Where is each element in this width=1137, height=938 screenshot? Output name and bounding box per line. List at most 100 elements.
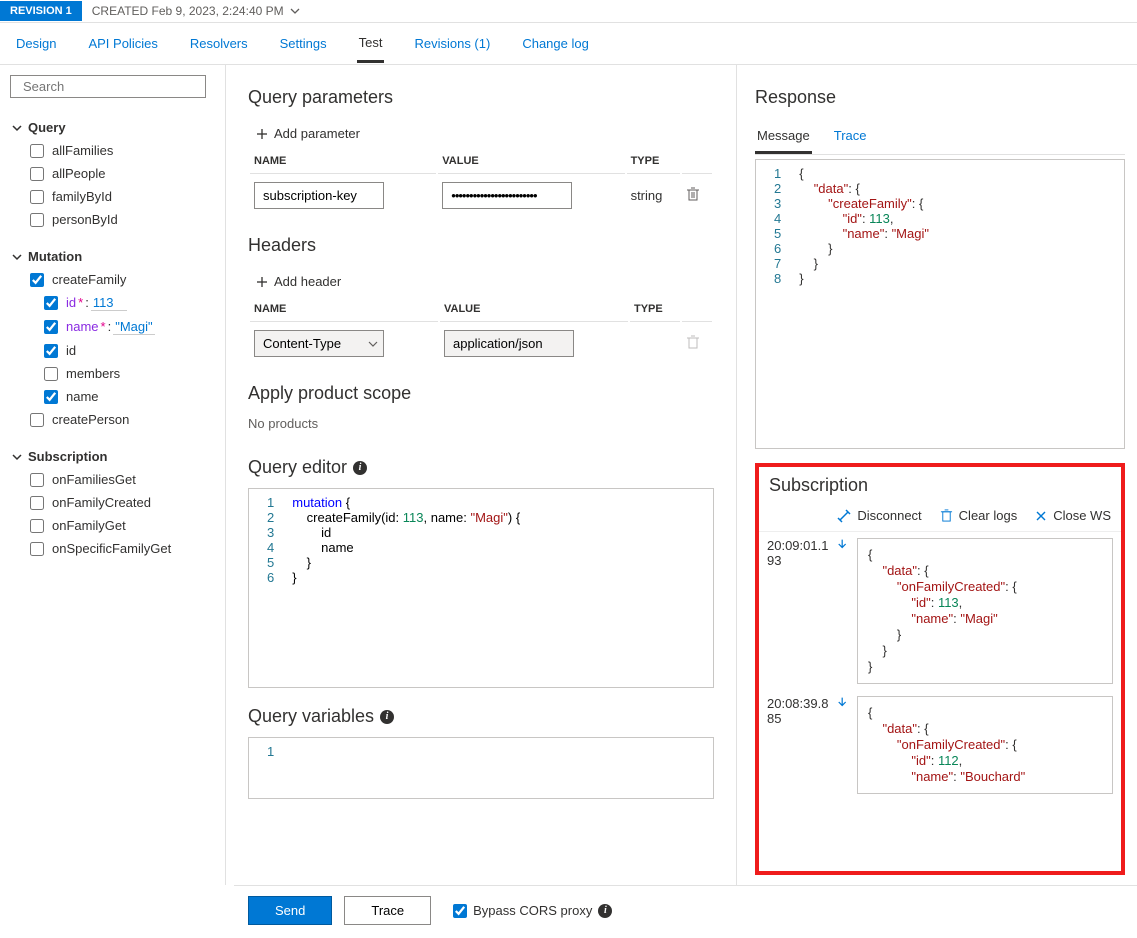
tree-field-name[interactable]: name — [10, 385, 215, 408]
tree-param-id[interactable]: id*: 113 — [10, 291, 215, 315]
tree-item-personbyid[interactable]: personById — [10, 208, 215, 231]
bypass-checkbox[interactable] — [453, 904, 467, 918]
checkbox[interactable] — [30, 496, 44, 510]
tree-item-createperson[interactable]: createPerson — [10, 408, 215, 431]
trash-icon[interactable] — [686, 186, 700, 202]
checkbox[interactable] — [30, 542, 44, 556]
variables-editor[interactable]: 1 — [248, 737, 714, 799]
response-tabs: Message Trace — [755, 120, 1125, 155]
tree-item-familybyid[interactable]: familyById — [10, 185, 215, 208]
event-json: { "data": { "onFamilyCreated": { "id": 1… — [857, 538, 1113, 684]
info-icon[interactable]: i — [380, 710, 394, 724]
checkbox[interactable] — [30, 413, 44, 427]
close-ws-button[interactable]: Close WS — [1035, 508, 1111, 523]
checkbox[interactable] — [30, 519, 44, 533]
checkbox[interactable] — [44, 296, 58, 310]
tree-field-members[interactable]: members — [10, 362, 215, 385]
checkbox[interactable] — [30, 167, 44, 181]
tree-item-allfamilies[interactable]: allFamilies — [10, 139, 215, 162]
tree-item-label: onFamilyCreated — [52, 495, 151, 510]
add-parameter-button[interactable]: Add parameter — [248, 120, 714, 147]
trash-icon — [940, 508, 953, 523]
query-variables-title: Query variables — [248, 706, 374, 727]
add-header-label: Add header — [274, 274, 341, 289]
event-json: { "data": { "onFamilyCreated": { "id": 1… — [857, 696, 1113, 794]
disconnect-button[interactable]: Disconnect — [837, 508, 921, 523]
arrow-down-icon — [837, 538, 847, 550]
event-time: 20:08:39.885 — [767, 696, 847, 794]
tab-resolvers[interactable]: Resolvers — [188, 26, 250, 61]
param-value-input[interactable]: "Magi" — [113, 319, 154, 335]
tree-item-label: allFamilies — [52, 143, 113, 158]
center-panel: Query parameters Add parameter NAMEVALUE… — [226, 65, 737, 885]
tab-trace[interactable]: Trace — [832, 120, 869, 154]
plus-icon — [256, 276, 268, 288]
checkbox[interactable] — [30, 213, 44, 227]
info-icon[interactable]: i — [353, 461, 367, 475]
send-button[interactable]: Send — [248, 896, 332, 925]
tree-subscription-header[interactable]: Subscription — [10, 445, 215, 468]
tab-test[interactable]: Test — [357, 25, 385, 63]
tree-item-label: familyById — [52, 189, 112, 204]
tab-revisions[interactable]: Revisions (1) — [412, 26, 492, 61]
tab-settings[interactable]: Settings — [278, 26, 329, 61]
trash-icon[interactable] — [686, 334, 700, 350]
bypass-cors-toggle[interactable]: Bypass CORS proxy i — [453, 903, 612, 918]
tree-item-allpeople[interactable]: allPeople — [10, 162, 215, 185]
editor-code[interactable]: mutation { createFamily(id: 113, name: "… — [284, 489, 713, 687]
tree-field-id[interactable]: id — [10, 339, 215, 362]
trace-button[interactable]: Trace — [344, 896, 431, 925]
plus-icon — [256, 128, 268, 140]
main-tabs: Design API Policies Resolvers Settings T… — [0, 23, 1137, 65]
query-params-table: NAMEVALUETYPE string — [248, 147, 714, 217]
query-editor[interactable]: 123456 mutation { createFamily(id: 113, … — [248, 488, 714, 688]
tab-api-policies[interactable]: API Policies — [86, 26, 159, 61]
tree-param-name[interactable]: name*: "Magi" — [10, 315, 215, 339]
tree-item-createfamily[interactable]: createFamily — [10, 268, 215, 291]
tree-item-onfamilyget[interactable]: onFamilyGet — [10, 514, 215, 537]
add-parameter-label: Add parameter — [274, 126, 360, 141]
tree-query-header[interactable]: Query — [10, 116, 215, 139]
subscription-actions: Disconnect Clear logs Close WS — [759, 504, 1121, 532]
subscription-log[interactable]: 20:09:01.193 { "data": { "onFamilyCreate… — [759, 532, 1121, 871]
table-row — [250, 324, 712, 363]
chevron-down-icon — [12, 123, 22, 133]
checkbox[interactable] — [44, 320, 58, 334]
clear-logs-button[interactable]: Clear logs — [940, 508, 1018, 523]
tree-mutation-header[interactable]: Mutation — [10, 245, 215, 268]
add-header-button[interactable]: Add header — [248, 268, 714, 295]
revision-created[interactable]: CREATED Feb 9, 2023, 2:24:40 PM — [82, 0, 310, 22]
editor-code[interactable] — [284, 738, 713, 798]
tab-design[interactable]: Design — [14, 26, 58, 61]
tree-item-label: name — [66, 389, 99, 404]
checkbox[interactable] — [30, 273, 44, 287]
tree-item-label: onFamilyGet — [52, 518, 126, 533]
checkbox[interactable] — [44, 344, 58, 358]
checkbox[interactable] — [30, 190, 44, 204]
tab-change-log[interactable]: Change log — [520, 26, 591, 61]
tree-item-onfamilycreated[interactable]: onFamilyCreated — [10, 491, 215, 514]
tree-item-onspecificfamilyget[interactable]: onSpecificFamilyGet — [10, 537, 215, 560]
tree-item-onfamiliesget[interactable]: onFamiliesGet — [10, 468, 215, 491]
search-input[interactable] — [23, 79, 199, 94]
tab-message[interactable]: Message — [755, 120, 812, 154]
col-value: VALUE — [440, 297, 628, 322]
subscription-panel: Subscription Disconnect Clear logs Close… — [755, 463, 1125, 875]
param-value-input[interactable]: 113 — [91, 295, 127, 311]
action-label: Disconnect — [857, 508, 921, 523]
disconnect-icon — [837, 509, 851, 523]
checkbox[interactable] — [44, 390, 58, 404]
checkbox[interactable] — [30, 473, 44, 487]
table-row: string — [250, 176, 712, 215]
right-panel: Response Message Trace 12345678 { "data"… — [737, 65, 1137, 885]
param-name-input[interactable] — [254, 182, 384, 209]
param-value-input[interactable] — [442, 182, 572, 209]
checkbox[interactable] — [30, 144, 44, 158]
info-icon[interactable]: i — [598, 904, 612, 918]
checkbox[interactable] — [44, 367, 58, 381]
response-viewer[interactable]: 12345678 { "data": { "createFamily": { "… — [755, 159, 1125, 449]
search-box[interactable] — [10, 75, 206, 98]
header-name-dropdown[interactable] — [254, 330, 384, 357]
subscription-event: 20:09:01.193 { "data": { "onFamilyCreate… — [759, 532, 1121, 690]
header-value-input[interactable] — [444, 330, 574, 357]
